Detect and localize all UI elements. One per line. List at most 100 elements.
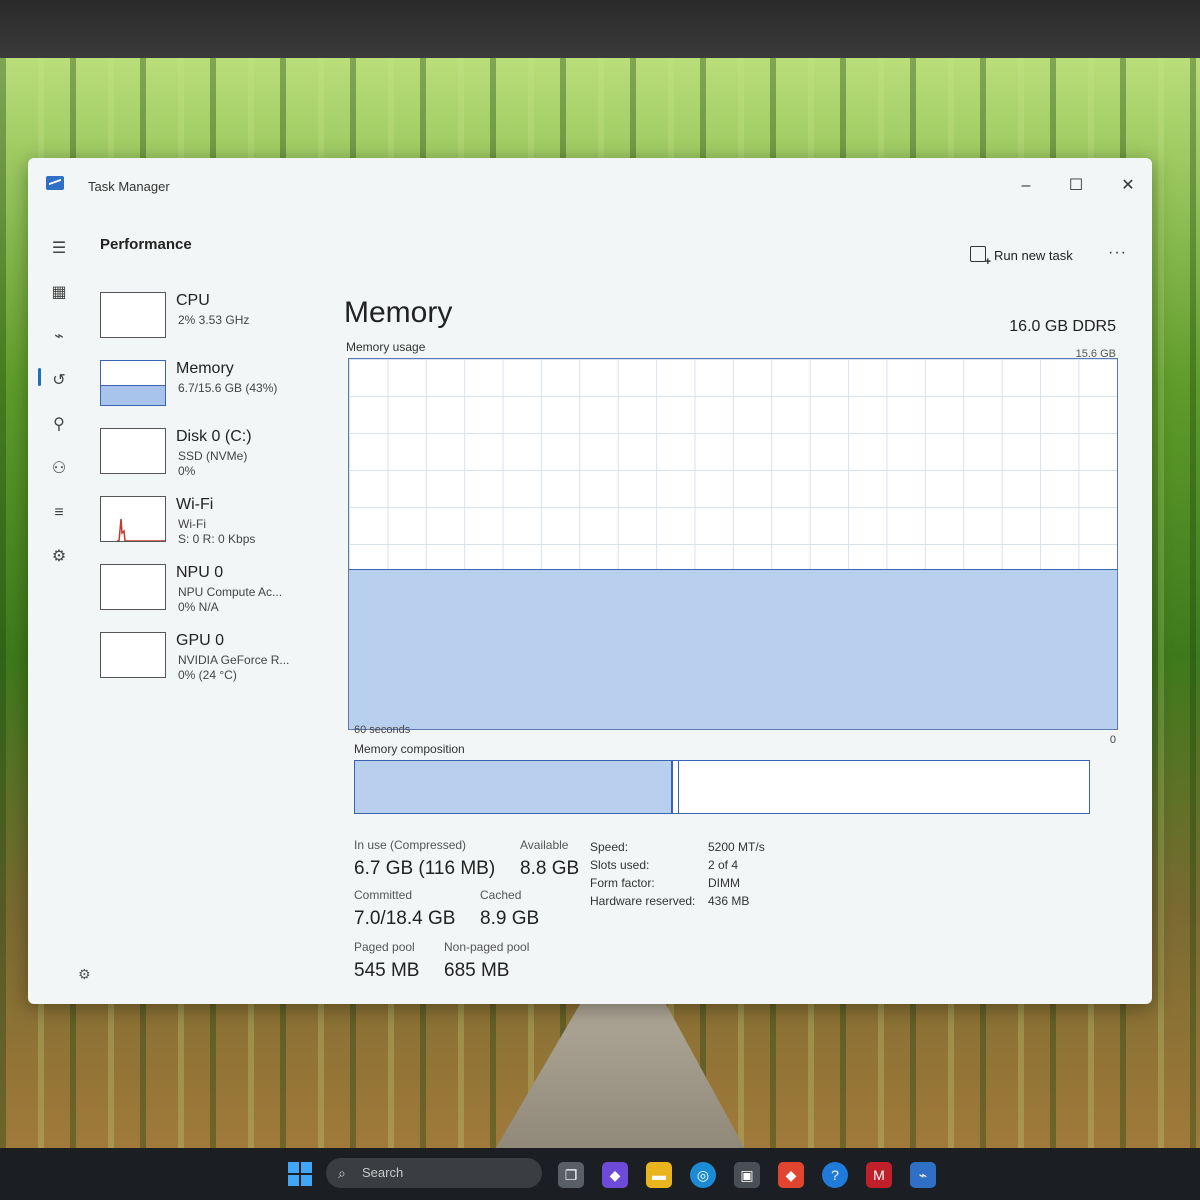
users-icon[interactable]: ⚇ [46, 456, 72, 482]
stat-label: Paged pool [354, 940, 415, 954]
memory-usage-graph [348, 358, 1118, 730]
device-name: Wi-Fi [176, 496, 214, 513]
disk-thumbnail [100, 428, 166, 474]
stat-value: 545 MB [354, 960, 420, 981]
stat-in-use: In use (Compressed) 6.7 GB (116 MB) [354, 838, 495, 880]
memory-thumbnail-fill [101, 385, 165, 405]
store-icon[interactable]: ▣ [734, 1162, 760, 1188]
detail-value: DIMM [708, 876, 740, 890]
memory-usage-label: Memory usage [346, 340, 426, 354]
device-memory[interactable]: Memory 6.7/15.6 GB (43%) [98, 356, 338, 418]
device-name: Disk 0 (C:) [176, 428, 252, 445]
help-icon[interactable]: ? [822, 1162, 848, 1188]
performance-icon[interactable]: ⌁ [46, 324, 72, 350]
search-placeholder: Search [362, 1165, 404, 1180]
stat-non-paged-pool: Non-paged pool 685 MB [444, 940, 529, 982]
device-detail-2: 0% (24 °C) [178, 668, 237, 682]
startup-apps-icon[interactable]: ⚲ [46, 412, 72, 438]
search-icon: ⌕ [338, 1165, 346, 1181]
title-bar[interactable]: Task Manager – ☐ ✕ [28, 158, 1152, 206]
detail-key: Slots used: [590, 858, 650, 872]
wifi-thumbnail [100, 496, 166, 542]
taskbar: ⌕ Search ❐ ◆ ▬ ◎ ▣ ◆ ? M ⌁ [0, 1148, 1200, 1200]
composition-modified [672, 761, 679, 813]
maximize-button[interactable]: ☐ [1056, 172, 1096, 200]
stat-cached: Cached 8.9 GB [480, 888, 539, 930]
stat-available: Available 8.8 GB [520, 838, 579, 880]
device-npu[interactable]: NPU 0 NPU Compute Ac... 0% N/A [98, 560, 338, 622]
task-view-icon[interactable]: ❐ [558, 1162, 584, 1188]
memory-composition-label: Memory composition [354, 742, 465, 756]
stat-label: Non-paged pool [444, 940, 530, 954]
device-name: NPU 0 [176, 564, 224, 581]
stat-value: 8.8 GB [520, 858, 580, 879]
stat-paged-pool: Paged pool 545 MB [354, 940, 419, 982]
page-title: Performance [100, 236, 192, 253]
details-icon[interactable]: ≡ [46, 500, 72, 526]
memory-spec: 16.0 GB DDR5 [1009, 318, 1116, 335]
zero-axis-label: 0 [1109, 734, 1116, 746]
device-detail-2: S: 0 R: 0 Kbps [178, 532, 256, 546]
stat-label: In use (Compressed) [354, 838, 467, 852]
device-name: GPU 0 [176, 632, 225, 649]
more-options-button[interactable]: ··· [1108, 244, 1127, 262]
task-manager-window: Task Manager – ☐ ✕ ☰ ▦ ⌁ ↺ ⚲ ⚇ ≡ ⚙ Perfo… [28, 158, 1152, 1004]
memory-usage-fill [349, 568, 1117, 729]
edge-icon[interactable]: ◎ [690, 1162, 716, 1188]
task-manager-taskbar-icon[interactable]: ⌁ [910, 1162, 936, 1188]
detail-key: Hardware reserved: [590, 894, 696, 908]
stat-value: 8.9 GB [480, 908, 540, 929]
memory-composition-bar [354, 760, 1090, 814]
app-diamond-icon[interactable]: ◆ [778, 1162, 804, 1188]
device-detail: 2% 3.53 GHz [178, 313, 250, 327]
device-cpu[interactable]: CPU 2% 3.53 GHz [98, 288, 338, 350]
processes-icon[interactable]: ▦ [46, 280, 72, 306]
device-wifi[interactable]: Wi-Fi Wi-Fi S: 0 R: 0 Kbps [98, 492, 338, 554]
time-axis-label: 60 seconds [354, 724, 411, 736]
device-detail: SSD (NVMe) [178, 449, 248, 463]
device-gpu[interactable]: GPU 0 NVIDIA GeForce R... 0% (24 °C) [98, 628, 338, 690]
mcafee-icon[interactable]: M [866, 1162, 892, 1188]
nav-rail: ☰ ▦ ⌁ ↺ ⚲ ⚇ ≡ ⚙ [28, 206, 90, 1004]
detail-key: Speed: [590, 840, 629, 854]
detail-key: Form factor: [590, 876, 655, 890]
memory-title: Memory [344, 296, 453, 329]
memory-thumbnail [100, 360, 166, 406]
task-manager-icon [46, 176, 64, 190]
app-history-icon[interactable]: ↺ [46, 368, 72, 394]
stat-label: Committed [354, 888, 413, 902]
wifi-spike-graph [117, 518, 165, 542]
start-button[interactable] [288, 1162, 312, 1186]
composition-in-use [355, 761, 673, 813]
cpu-thumbnail [100, 292, 166, 338]
detail-value: 2 of 4 [708, 858, 739, 872]
services-icon[interactable]: ⚙ [46, 544, 72, 570]
file-explorer-icon[interactable]: ▬ [646, 1162, 672, 1188]
monitor-bezel [0, 0, 1200, 58]
device-detail: NVIDIA GeForce R... [178, 653, 290, 667]
stat-value: 685 MB [444, 960, 510, 981]
taskbar-search-box[interactable]: ⌕ Search [326, 1158, 542, 1188]
device-detail: Wi-Fi [178, 517, 206, 531]
device-name: Memory [176, 360, 234, 377]
device-disk[interactable]: Disk 0 (C:) SSD (NVMe) 0% [98, 424, 338, 486]
window-title: Task Manager [88, 179, 170, 194]
run-new-task-button[interactable]: Run new task [970, 246, 1073, 268]
close-button[interactable]: ✕ [1108, 172, 1148, 200]
device-detail: 6.7/15.6 GB (43%) [178, 381, 278, 395]
m365-icon[interactable]: ◆ [602, 1162, 628, 1188]
detail-value: 436 MB [708, 894, 750, 908]
stat-label: Available [520, 838, 569, 852]
device-name: CPU [176, 292, 210, 309]
hamburger-menu-icon[interactable]: ☰ [46, 236, 72, 262]
minimize-button[interactable]: – [1006, 172, 1046, 200]
stat-committed: Committed 7.0/18.4 GB [354, 888, 455, 930]
stat-value: 6.7 GB (116 MB) [354, 858, 496, 879]
detail-value: 5200 MT/s [708, 840, 765, 854]
settings-gear-icon[interactable]: ⚙ [78, 966, 91, 983]
stat-label: Cached [480, 888, 522, 902]
gpu-thumbnail [100, 632, 166, 678]
run-task-icon [970, 246, 991, 268]
active-nav-indicator [38, 368, 41, 386]
device-detail-2: 0% [178, 464, 196, 478]
